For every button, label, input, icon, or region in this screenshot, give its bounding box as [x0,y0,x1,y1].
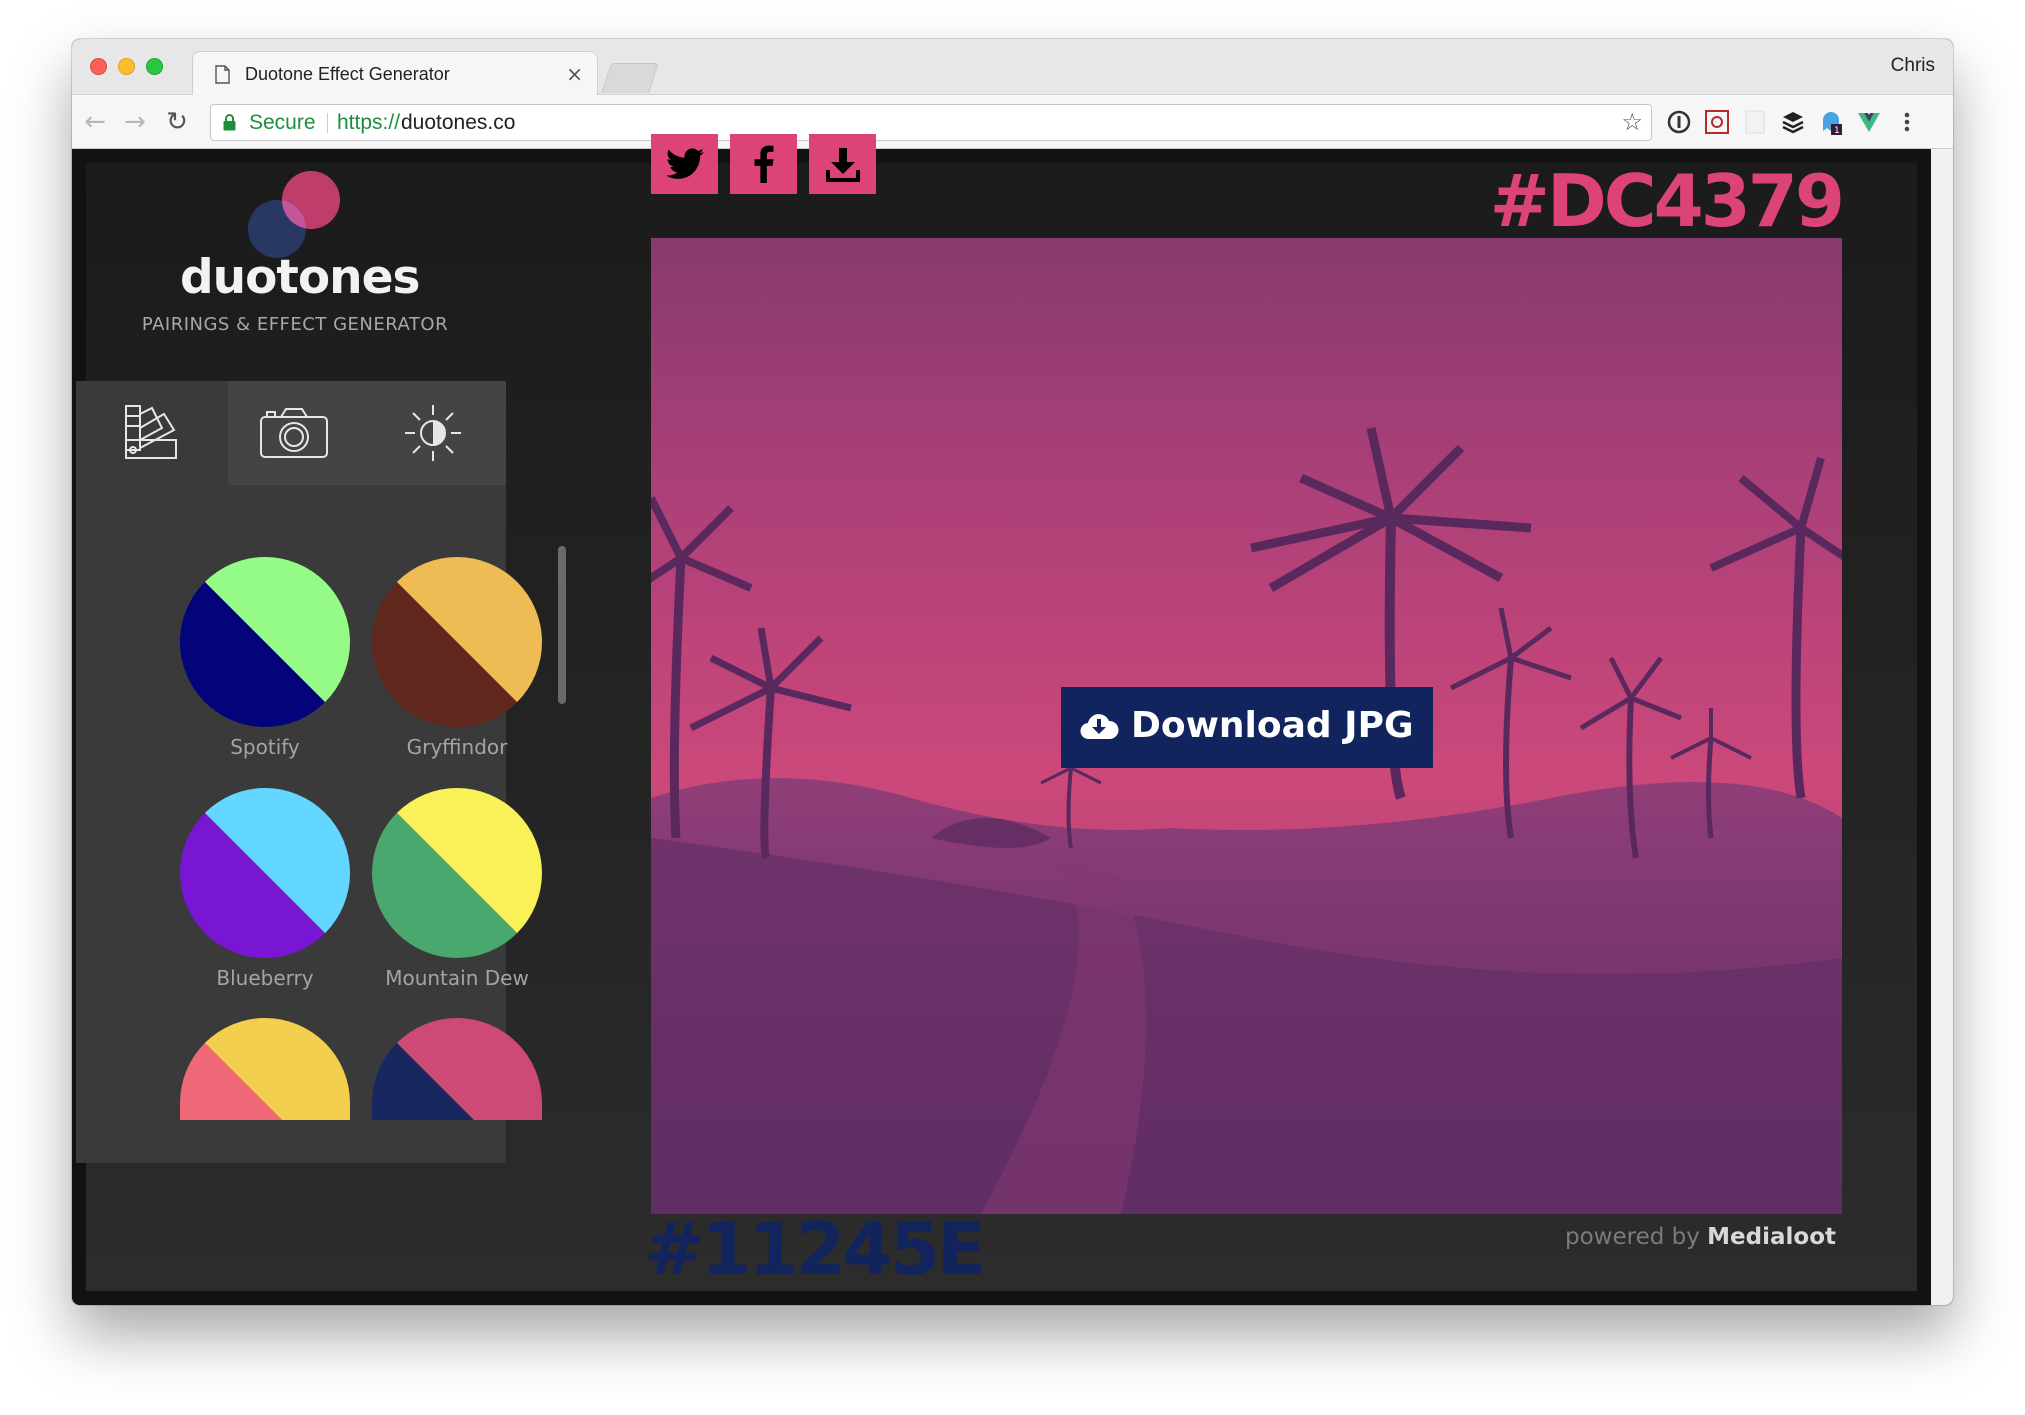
tab-adjust[interactable] [360,381,506,485]
swatch-graphic [372,788,542,958]
layers-extension-icon[interactable] [1780,109,1806,135]
brightness-icon [405,405,461,461]
swatch-graphic [180,557,350,727]
powered-by-credit[interactable]: powered by Medialoot [1565,1224,1836,1250]
camera-icon [260,408,328,458]
swatch-gryffindor[interactable] [372,557,542,727]
more-menu-icon[interactable] [1894,109,1920,135]
profile-name[interactable]: Chris [1891,55,1935,77]
download-jpg-label: Download JPG [1131,705,1414,746]
shadow-hex: #11245E [644,1207,986,1291]
download-jpg-button[interactable]: Download JPG [1061,687,1433,768]
new-tab-button[interactable] [601,63,659,93]
back-icon[interactable]: ← [80,107,110,137]
tagline: PAIRINGS & EFFECT GENERATOR [141,314,449,335]
facebook-icon [754,145,773,183]
svg-text:1: 1 [1834,126,1840,135]
close-window-button[interactable] [90,58,107,75]
swatch-label: Spotify [230,735,300,759]
powered-by-brand[interactable]: Medialoot [1707,1224,1836,1250]
forward-icon[interactable]: → [120,107,150,137]
omnibox-divider [327,113,328,133]
panel-scrollbar[interactable] [558,546,566,704]
title-bar: Duotone Effect Generator × Chris [72,39,1953,96]
url-host: duotones.co [401,111,516,134]
url-scheme: https:// [337,111,401,134]
download-icon [825,148,860,182]
minimize-window-button[interactable] [118,58,135,75]
info-extension-icon[interactable] [1666,109,1692,135]
swatch-label: Mountain Dew [385,966,529,990]
cloud-download-icon [1080,714,1119,740]
address-bar[interactable]: Secure https:// duotones.co ☆ [210,104,1652,141]
lock-icon [223,114,236,131]
browser-toolbar: ← → ↻ Secure https:// duotones.co ☆ 1 [72,95,1953,149]
swatch-graphic [180,788,350,958]
maximize-window-button[interactable] [146,58,163,75]
swatch-graphic [372,557,542,727]
secure-label: Secure [249,111,316,134]
brand-name: duotones [180,250,420,305]
facebook-share-button[interactable] [730,134,797,194]
swatch-label: Gryffindor [406,735,508,759]
page-icon [215,65,230,84]
tab-pairings[interactable] [76,381,228,485]
reload-icon[interactable]: ↻ [162,107,192,137]
browser-tab[interactable]: Duotone Effect Generator × [192,51,598,96]
swatch-blueberry[interactable] [180,788,350,958]
swatch-label: Blueberry [216,966,314,990]
bookmark-star-icon[interactable]: ☆ [1621,108,1643,137]
vue-devtools-icon[interactable] [1856,109,1882,135]
ghostery-extension-icon[interactable]: 1 [1818,109,1844,135]
download-share-button[interactable] [809,134,876,194]
swatch-mountain-dew[interactable] [372,788,542,958]
twitter-share-button[interactable] [651,134,718,194]
powered-by-prefix: powered by [1564,1224,1700,1250]
document-extension-icon[interactable] [1742,109,1768,135]
palette-swatch-icon [125,405,177,459]
panel-tabs [76,381,506,485]
highlight-hex: #DC4379 [1489,159,1845,243]
screenshot-extension-icon[interactable] [1704,109,1730,135]
tab-image[interactable] [228,381,360,485]
close-tab-icon[interactable]: × [566,62,583,86]
tab-title: Duotone Effect Generator [245,64,450,84]
twitter-icon [665,148,704,179]
swatch-spotify[interactable] [180,557,350,727]
